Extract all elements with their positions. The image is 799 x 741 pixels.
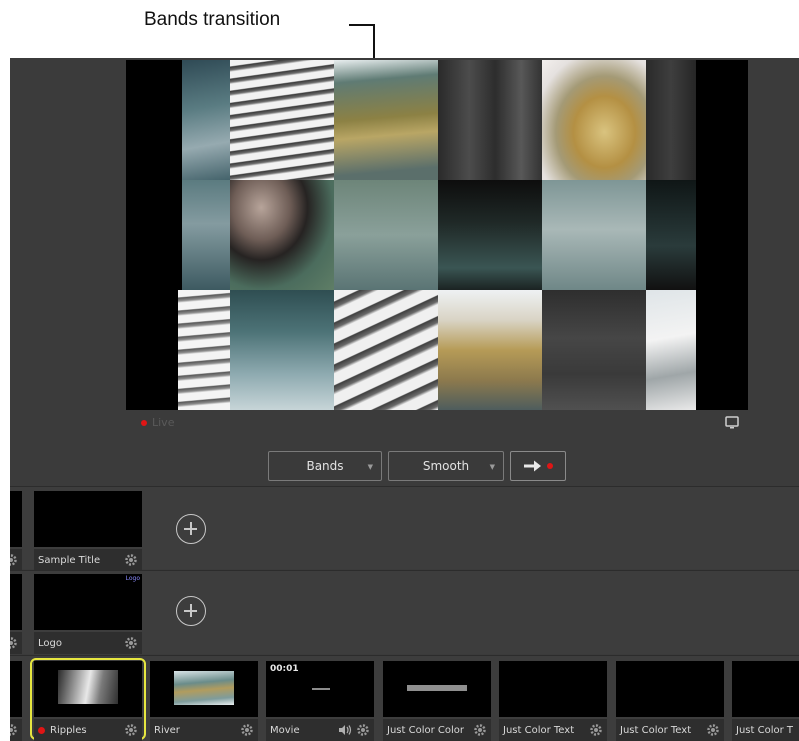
transition-easing-dropdown[interactable]: Smooth ▼ bbox=[388, 451, 504, 481]
source-label-bar: Just Color Text bbox=[499, 719, 607, 741]
band-tile bbox=[646, 60, 696, 180]
layer-label-bar: Sample Title bbox=[34, 549, 142, 571]
source-label: Just Color T bbox=[736, 724, 793, 736]
band-tile bbox=[230, 290, 334, 410]
source-label-bar: River bbox=[150, 719, 258, 741]
source-thumbnail bbox=[499, 661, 607, 717]
band-tile bbox=[438, 180, 542, 290]
source-label-bar: Just Color Text bbox=[616, 719, 724, 741]
gear-icon[interactable] bbox=[124, 553, 138, 567]
layer-label-bar: Logo bbox=[34, 632, 142, 654]
band-tile bbox=[334, 60, 438, 180]
source-thumbnail bbox=[150, 661, 258, 717]
layer-label: Sample Title bbox=[38, 554, 101, 566]
layer-thumbnail bbox=[34, 491, 142, 547]
movie-timecode: 00:01 bbox=[270, 664, 299, 674]
source-label-bar bbox=[10, 719, 22, 741]
band-tile bbox=[230, 60, 334, 180]
source-label: Movie bbox=[270, 724, 300, 736]
gear-icon[interactable] bbox=[473, 723, 487, 737]
band-tile bbox=[542, 180, 646, 290]
add-layer-button[interactable] bbox=[176, 596, 206, 626]
gear-icon[interactable] bbox=[706, 723, 720, 737]
live-dot-icon bbox=[38, 726, 45, 734]
river-preview-image bbox=[174, 671, 234, 705]
layer-thumbnail bbox=[10, 491, 22, 547]
band-tile bbox=[646, 290, 696, 410]
gear-icon[interactable] bbox=[10, 636, 18, 650]
source-label-bar: Just Color T bbox=[732, 719, 799, 741]
source-label: Just Color Text bbox=[503, 724, 575, 736]
thumb-logo-text: Logo bbox=[125, 575, 140, 582]
source-thumbnail bbox=[10, 661, 22, 717]
add-layer-button[interactable] bbox=[176, 514, 206, 544]
band-tile bbox=[182, 60, 230, 180]
layer-label-bar bbox=[10, 549, 22, 571]
transition-type-dropdown[interactable]: Bands ▼ bbox=[268, 451, 382, 481]
gear-icon[interactable] bbox=[10, 553, 18, 567]
band-tile bbox=[438, 290, 542, 410]
band-tile bbox=[334, 180, 438, 290]
sources-row: Ripples River 00:01 Movie Just Color Col… bbox=[10, 655, 799, 741]
callout-leader-horizontal bbox=[349, 24, 375, 26]
transition-controls: Bands ▼ Smooth ▼ bbox=[268, 451, 566, 481]
source-label: Just Color Text bbox=[620, 724, 692, 736]
live-label: Live bbox=[152, 416, 175, 429]
source-label-bar: Ripples bbox=[34, 719, 142, 741]
source-label-bar: Just Color Color bbox=[383, 719, 491, 741]
overlays-layer-row: Logo Logo bbox=[10, 570, 799, 654]
callout-label: Bands transition bbox=[144, 9, 281, 30]
band-tile bbox=[334, 290, 438, 410]
layer-thumbnail bbox=[10, 574, 22, 630]
transition-easing-value: Smooth bbox=[422, 459, 470, 473]
source-thumbnail bbox=[34, 661, 142, 717]
switcher-app: Live Bands ▼ Smooth ▼ Sample Title Logo … bbox=[10, 58, 799, 741]
source-label-bar: Movie bbox=[266, 719, 374, 741]
arrow-right-icon bbox=[524, 460, 541, 472]
source-label: River bbox=[154, 724, 180, 736]
program-preview[interactable] bbox=[126, 60, 748, 410]
live-dot-icon bbox=[547, 463, 553, 469]
chevron-down-icon: ▼ bbox=[489, 463, 495, 471]
chevron-down-icon: ▼ bbox=[367, 463, 373, 471]
band-tile bbox=[438, 60, 542, 180]
gear-icon[interactable] bbox=[10, 723, 18, 737]
source-thumbnail bbox=[616, 661, 724, 717]
transition-type-value: Bands bbox=[306, 459, 344, 473]
source-thumbnail: 00:01 bbox=[266, 661, 374, 717]
gear-icon[interactable] bbox=[356, 723, 370, 737]
source-label: Ripples bbox=[50, 724, 87, 736]
layer-thumbnail: Logo bbox=[34, 574, 142, 630]
volume-icon[interactable] bbox=[338, 724, 352, 736]
live-dot-icon bbox=[141, 419, 147, 426]
band-tile bbox=[542, 290, 646, 410]
gear-icon[interactable] bbox=[240, 723, 254, 737]
gear-icon[interactable] bbox=[589, 723, 603, 737]
band-tile bbox=[542, 60, 646, 180]
movie-preview-image bbox=[312, 688, 330, 690]
source-thumbnail bbox=[732, 661, 799, 717]
color-bar-preview bbox=[407, 685, 467, 691]
source-label: Just Color Color bbox=[387, 724, 464, 736]
gear-icon[interactable] bbox=[124, 636, 138, 650]
band-tile bbox=[646, 180, 696, 290]
monitor-icon[interactable] bbox=[725, 416, 739, 430]
layer-label: Logo bbox=[38, 637, 62, 649]
gear-icon[interactable] bbox=[124, 723, 138, 737]
layer-label-bar bbox=[10, 632, 22, 654]
titles-layer-row: Sample Title bbox=[10, 486, 799, 571]
take-transition-button[interactable] bbox=[510, 451, 566, 481]
band-tile bbox=[182, 180, 230, 290]
ripples-preview-image bbox=[58, 670, 118, 704]
band-tile bbox=[178, 290, 230, 410]
live-indicator: Live bbox=[141, 416, 174, 429]
band-tile bbox=[230, 180, 334, 290]
source-thumbnail bbox=[383, 661, 491, 717]
